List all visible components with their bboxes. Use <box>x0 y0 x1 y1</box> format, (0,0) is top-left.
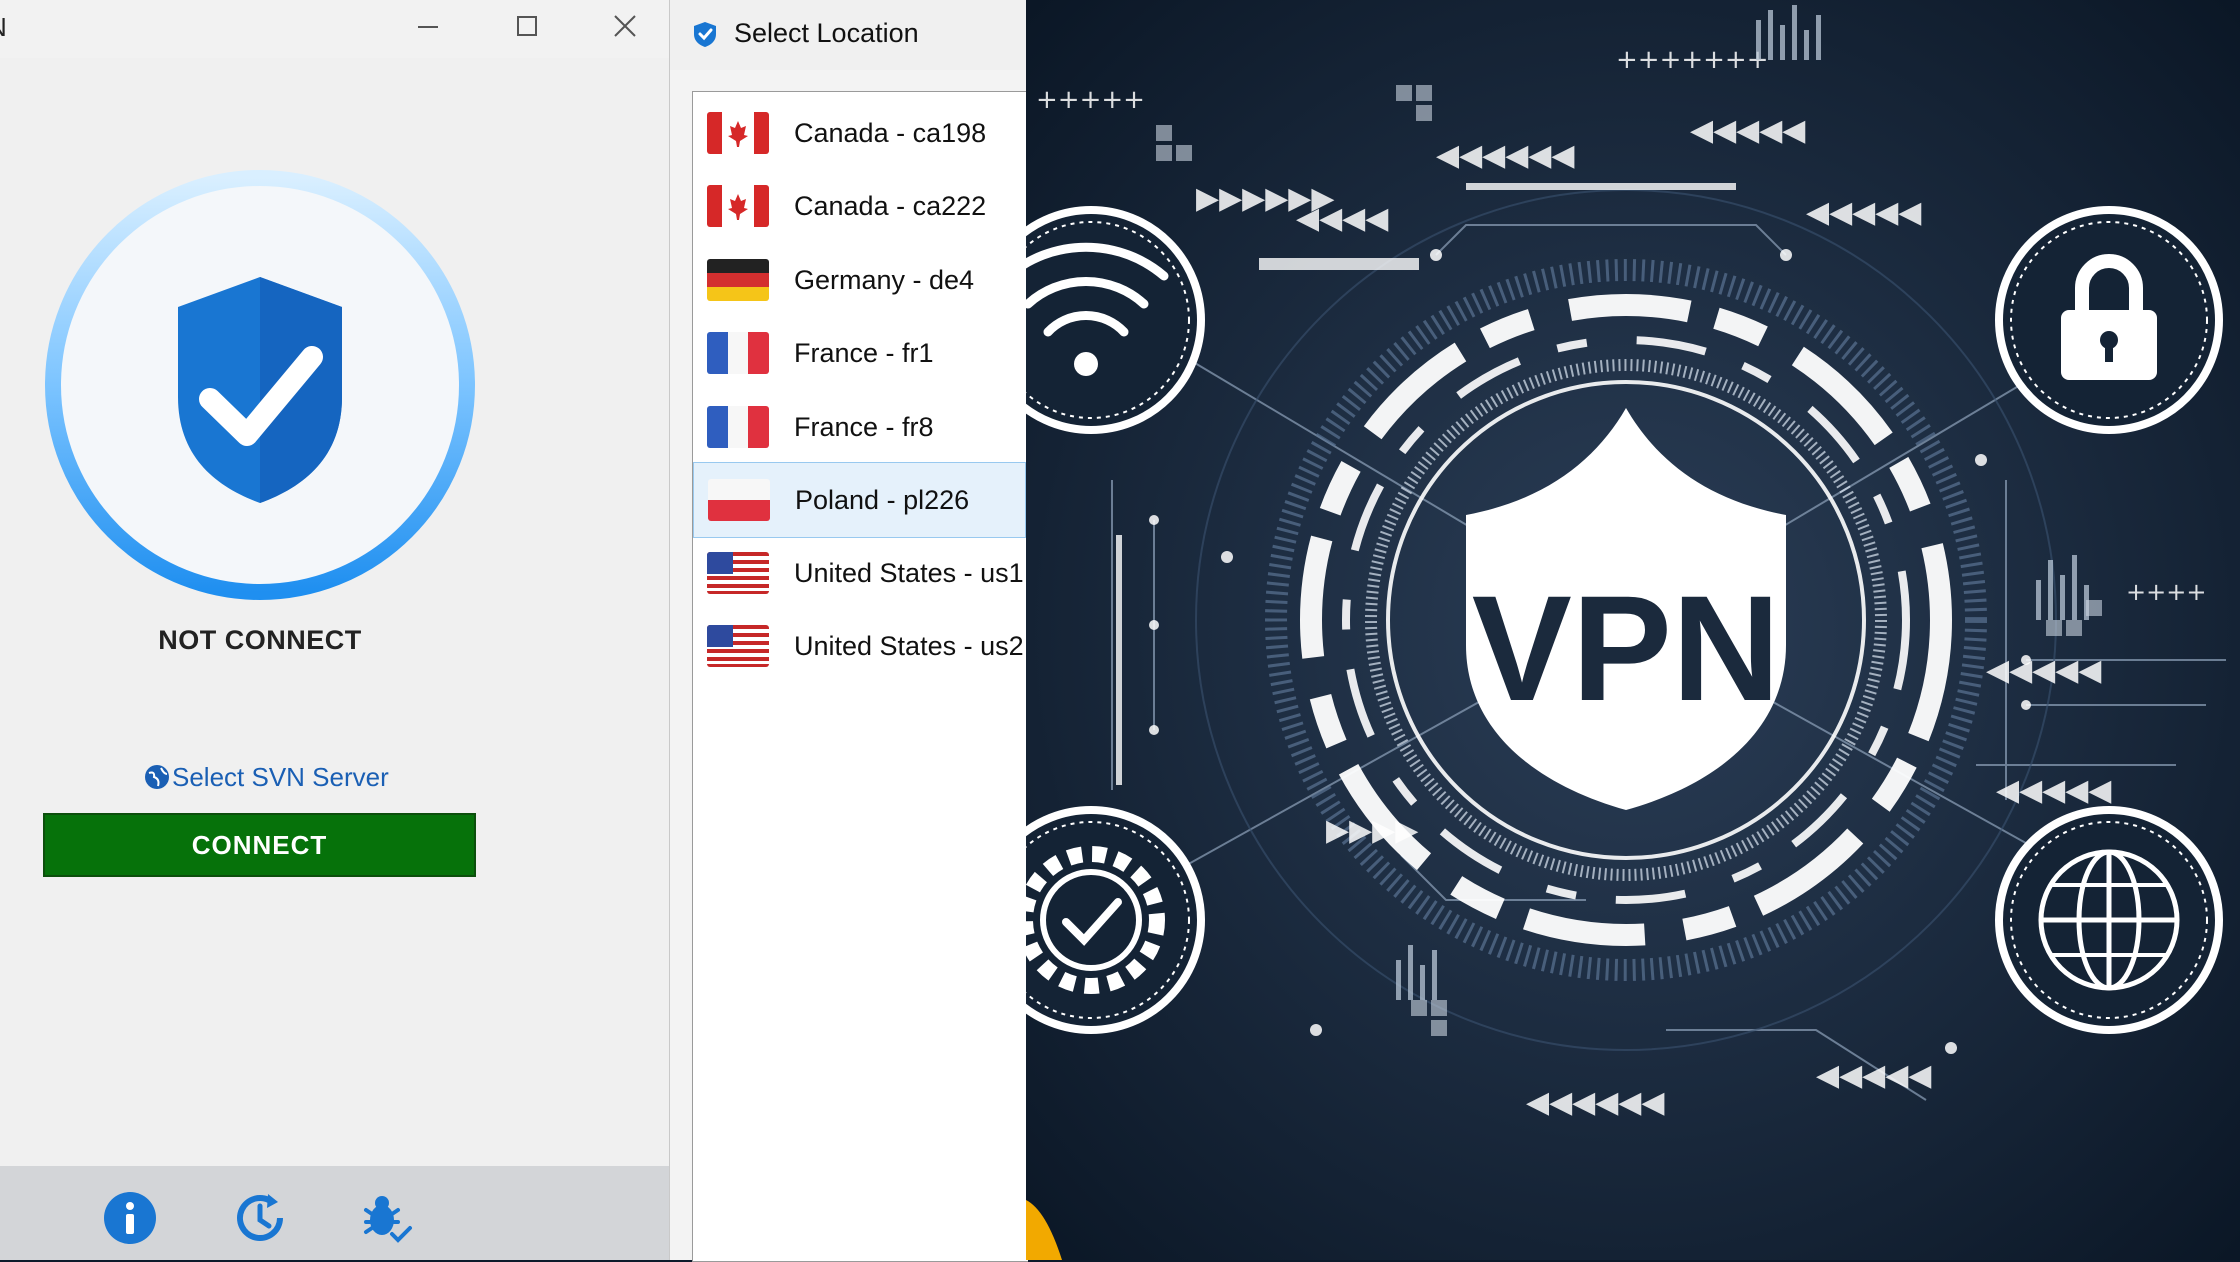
select-server-label: Select SVN Server <box>172 761 389 792</box>
france-flag-icon <box>707 406 769 448</box>
location-item[interactable]: Canada - ca198 <box>693 99 1026 167</box>
location-label: Poland - pl226 <box>795 484 970 515</box>
location-list[interactable]: Canada - ca198 Canada - ca222 Germany - … <box>692 91 1028 1262</box>
location-label: United States - us2 <box>794 630 1024 661</box>
svg-text:+++++++: +++++++ <box>1616 45 1769 75</box>
info-icon[interactable] <box>102 1190 158 1246</box>
close-button[interactable] <box>594 8 654 44</box>
canada-flag-icon <box>707 112 769 154</box>
location-title: Select Location <box>734 18 919 48</box>
select-server-link[interactable]: Select SVN Server <box>142 757 389 797</box>
svg-text:▶▶▶▶: ▶▶▶▶ <box>1326 813 1418 848</box>
location-label: France - fr8 <box>794 411 934 442</box>
bug-icon[interactable] <box>358 1190 414 1246</box>
location-item[interactable]: Germany - de4 <box>693 246 1026 314</box>
location-item[interactable]: France - fr8 <box>693 393 1026 461</box>
svg-text:+++++: +++++ <box>1036 85 1145 115</box>
location-label: Germany - de4 <box>794 264 975 295</box>
location-item[interactable]: United States - us1 <box>693 539 1026 607</box>
poland-flag-icon <box>708 479 770 521</box>
minimize-button[interactable] <box>398 8 458 44</box>
france-flag-icon <box>707 332 769 374</box>
svg-text:◀◀◀◀◀: ◀◀◀◀◀ <box>1806 195 1921 230</box>
lock-icon <box>1995 206 2223 434</box>
shield-icon <box>694 22 716 47</box>
germany-flag-icon <box>707 259 769 301</box>
svg-text:◀◀◀◀◀: ◀◀◀◀◀ <box>1986 653 2101 688</box>
vpn-text: VPN <box>1472 564 1780 732</box>
window-title: N <box>0 12 7 43</box>
svg-text:◀◀◀◀◀: ◀◀◀◀◀ <box>1996 773 2111 808</box>
bottom-toolbar <box>0 1166 669 1260</box>
location-item[interactable]: Canada - ca222 <box>693 172 1026 240</box>
location-label: Canada - ca222 <box>794 190 987 221</box>
location-label: France - fr1 <box>794 337 934 368</box>
maximize-button[interactable] <box>497 8 557 44</box>
svg-text:◀◀◀◀◀: ◀◀◀◀◀ <box>1690 113 1805 148</box>
svg-text:◀◀◀◀: ◀◀◀◀ <box>1296 201 1388 236</box>
usa-flag-icon <box>707 552 769 594</box>
refresh-clock-icon[interactable] <box>232 1190 288 1246</box>
usa-flag-icon <box>707 625 769 667</box>
location-label: United States - us1 <box>794 557 1024 588</box>
vpn-app-window: N NOT CONNECT Sel <box>0 0 669 1260</box>
location-window: Select Location Canada - ca198 Canada - … <box>669 0 1028 1262</box>
status-ring <box>45 170 475 600</box>
vpn-background-artwork: VPN ◀◀◀◀◀◀ ◀◀◀◀◀ ▶▶▶▶▶▶ ◀◀◀◀ ◀◀◀◀◀ ▶▶▶▶ … <box>1026 0 2240 1260</box>
canada-flag-icon <box>707 185 769 227</box>
globe-icon <box>145 765 169 789</box>
globe-icon <box>1995 806 2223 1034</box>
connection-status: NOT CONNECT <box>158 625 362 655</box>
svg-text:◀◀◀◀◀: ◀◀◀◀◀ <box>1816 1058 1931 1093</box>
gear-check-icon <box>1026 806 1205 1034</box>
connect-button[interactable]: CONNECT <box>43 813 476 877</box>
svg-text:◀◀◀◀◀◀: ◀◀◀◀◀◀ <box>1436 138 1574 173</box>
title-bar: N <box>0 0 669 58</box>
location-label: Canada - ca198 <box>794 117 987 148</box>
wifi-icon <box>1026 206 1205 434</box>
svg-text:◀◀◀◀◀◀: ◀◀◀◀◀◀ <box>1526 1085 1664 1120</box>
location-item[interactable]: France - fr1 <box>693 319 1026 387</box>
svg-text:++++: ++++ <box>2126 578 2206 606</box>
location-title-bar: Select Location <box>670 0 1027 70</box>
location-item-selected[interactable]: Poland - pl226 <box>693 462 1026 538</box>
location-item[interactable]: United States - us2 <box>693 612 1026 680</box>
